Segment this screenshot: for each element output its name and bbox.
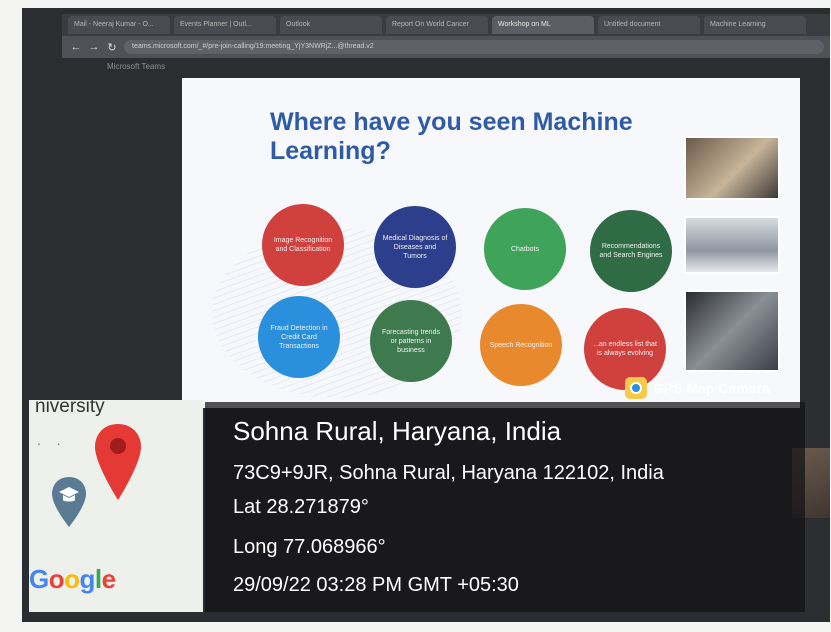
forward-arrow-icon[interactable]: → [88, 41, 100, 53]
latitude: Lat 28.271879° [233, 496, 369, 518]
date-time: 29/09/22 03:28 PM GMT +05:30 [233, 574, 519, 596]
google-logo-letter: o [64, 564, 80, 594]
map-thumbnail: niversity . . Google [29, 400, 203, 612]
browser-tab-active[interactable]: Workshop on ML [492, 16, 594, 34]
url-field[interactable]: teams.microsoft.com/_#/pre-join-calling/… [124, 40, 824, 54]
ml-use-circle: Fraud Detection in Credit Card Transacti… [258, 296, 340, 378]
gps-badge-label: GPS Map Camera [653, 380, 770, 396]
longitude: Long 77.068966° [233, 536, 386, 558]
browser-tab[interactable]: Untitled document [598, 16, 700, 34]
slide-title: Where have you seen Machine Learning? [270, 108, 633, 165]
address: 73C9+9JR, Sohna Rural, Haryana 122102, I… [233, 462, 664, 484]
browser-address-bar: ← → ↻ teams.microsoft.com/_#/pre-join-ca… [62, 36, 830, 58]
browser-tab-bar: Mail - Neeraj Kumar - O... Events Planne… [62, 14, 830, 36]
app-label: Microsoft Teams [107, 62, 166, 71]
google-logo-letter: G [29, 564, 49, 594]
phone-photo [684, 290, 780, 372]
gps-map-camera-icon [625, 377, 647, 399]
laptop-photo [684, 136, 780, 200]
search-photo [684, 216, 780, 274]
place-name: Sohna Rural, Haryana, India [233, 416, 562, 446]
ml-use-circle: Image Recognition and Classification [262, 204, 344, 286]
ml-use-circle: Forecasting trends or patterns in busine… [370, 300, 452, 382]
ml-use-circle: Medical Diagnosis of Diseases and Tumors [374, 206, 456, 288]
map-dots: . . [37, 432, 67, 448]
browser-tab[interactable]: Outlook [280, 16, 382, 34]
ml-use-circle: Chatbots [484, 208, 566, 290]
browser-tab[interactable]: Report On World Cancer [386, 16, 488, 34]
browser-tab[interactable]: Mail - Neeraj Kumar - O... [68, 16, 170, 34]
location-info-panel: Sohna Rural, Haryana, India 73C9+9JR, So… [205, 402, 805, 612]
browser-tab[interactable]: Machine Learning [704, 16, 806, 34]
shared-slide: Where have you seen Machine Learning? Im… [182, 78, 800, 408]
location-pin-icon [95, 424, 141, 500]
map-place-label: niversity [35, 400, 105, 417]
google-logo: Google [29, 564, 116, 595]
gps-map-camera-badge: GPS Map Camera [625, 373, 770, 403]
school-pin-icon [52, 477, 86, 527]
ml-use-circle: Recommendations and Search Engines [590, 210, 672, 292]
google-logo-letter: l [94, 564, 102, 594]
google-logo-letter: g [79, 564, 96, 594]
google-logo-letter: o [48, 564, 65, 594]
reload-icon[interactable]: ↻ [106, 41, 118, 54]
browser-tab[interactable]: Events Planner | Outl... [174, 16, 276, 34]
google-logo-letter: e [101, 564, 116, 594]
ml-use-circle: Speech Recognition [480, 304, 562, 386]
back-arrow-icon[interactable]: ← [70, 41, 82, 53]
